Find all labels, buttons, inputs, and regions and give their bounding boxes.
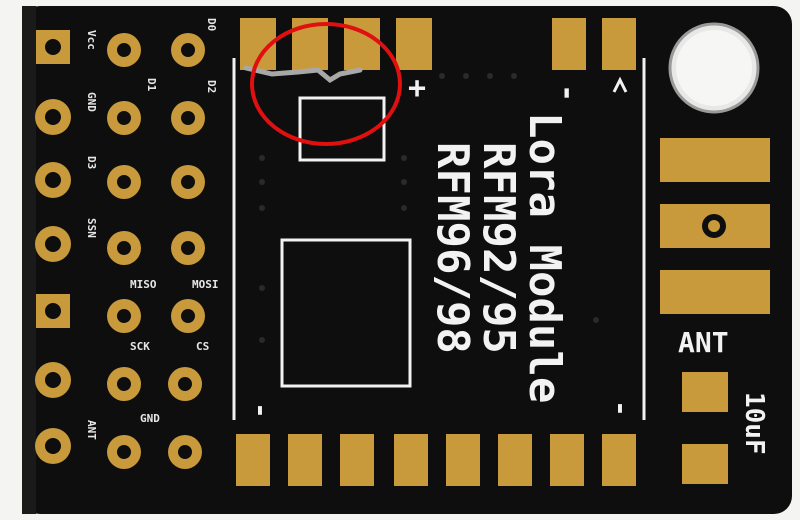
pin-label: MISO [130,278,157,291]
minus-label-bottom-left: - [245,402,278,419]
pin-label: GND [85,92,98,112]
module-title: Lora Module [519,112,570,403]
minus-label: - [550,84,585,102]
plus-label: + [408,71,426,106]
cap-pad [682,372,728,412]
pin-label: ANT [85,420,98,440]
pcb-photo: Vcc D0 GND D1 D2 D3 SCK MISO MOSI CS SSN… [22,6,792,514]
pin-label: SSN [85,218,98,238]
pcb-left-edge [22,6,36,514]
module-model-1: RFM92/95 [473,142,524,354]
pin-label: D3 [85,156,98,169]
ant-label: ANT [678,326,729,359]
mounting-hole-inner [676,30,752,106]
pin-label: CS [196,340,209,353]
pin-label: GND [140,412,160,425]
cap-label: 10uF [739,392,769,455]
pin-label: Vcc [85,30,98,50]
antenna-pads [660,138,770,314]
pin-label: SCK [130,340,150,353]
pin-label: MOSI [192,278,219,291]
pin-label: D2 [205,80,218,93]
pin-label: D0 [205,18,218,31]
cap-pad [682,444,728,484]
module-model-2: RFM96/98 [427,142,478,354]
pin-label: D1 [145,78,158,92]
minus-label-bottom-right: - [605,400,638,417]
